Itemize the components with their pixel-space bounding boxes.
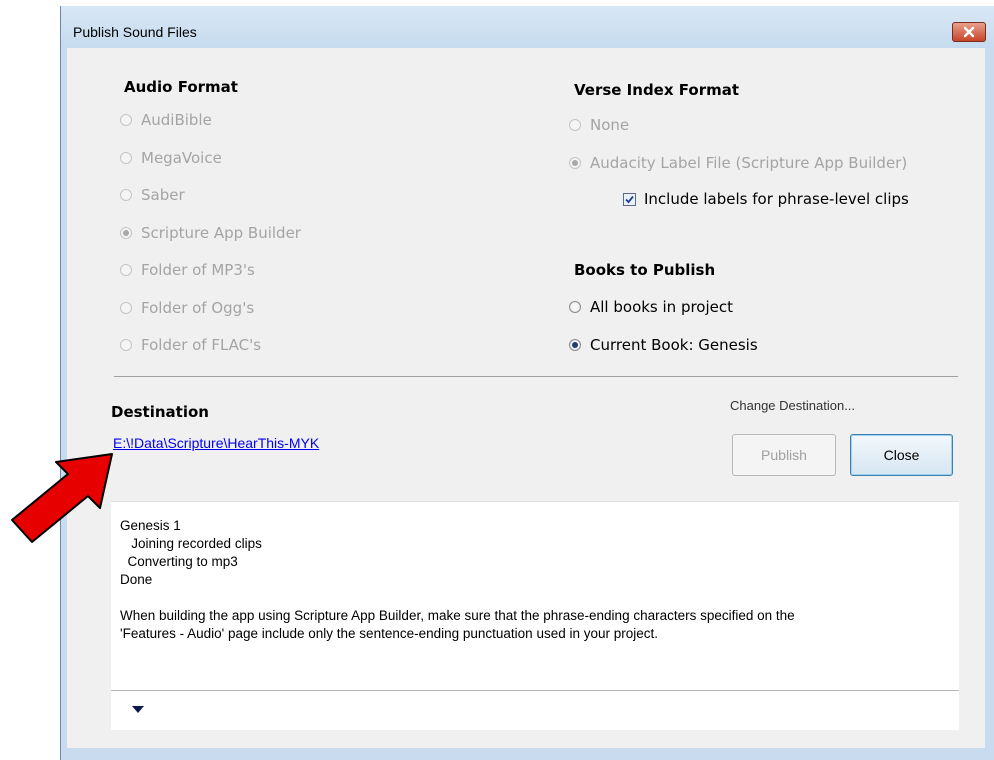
radio-selected-icon bbox=[120, 227, 132, 239]
red-arrow-icon bbox=[11, 453, 113, 543]
audio-option-audibible[interactable]: AudiBible bbox=[120, 109, 212, 131]
dialog-body: Audio Format AudiBible MegaVoice Saber S… bbox=[67, 48, 985, 748]
audio-option-mp3[interactable]: Folder of MP3's bbox=[120, 259, 255, 281]
phrase-labels-label: Include labels for phrase-level clips bbox=[644, 190, 909, 208]
radio-icon bbox=[120, 264, 132, 276]
audio-format-heading: Audio Format bbox=[124, 78, 238, 96]
log-line: Converting to mp3 bbox=[120, 554, 238, 569]
close-button[interactable]: Close bbox=[850, 434, 953, 476]
radio-icon bbox=[120, 152, 132, 164]
radio-icon bbox=[120, 114, 132, 126]
audio-option-label: Saber bbox=[141, 186, 185, 204]
verse-option-audacity[interactable]: Audacity Label File (Scripture App Build… bbox=[569, 152, 907, 174]
section-divider bbox=[114, 376, 958, 377]
window-title: Publish Sound Files bbox=[73, 24, 197, 40]
audio-option-flac[interactable]: Folder of FLAC's bbox=[120, 334, 261, 356]
audio-option-label: Scripture App Builder bbox=[141, 224, 301, 242]
log-line: Joining recorded clips bbox=[120, 536, 262, 551]
audio-option-scripture-app-builder[interactable]: Scripture App Builder bbox=[120, 222, 301, 244]
publish-button-label: Publish bbox=[761, 447, 807, 463]
books-heading: Books to Publish bbox=[574, 261, 716, 279]
radio-icon bbox=[569, 301, 581, 313]
verse-option-label: Audacity Label File (Scripture App Build… bbox=[590, 154, 908, 172]
destination-heading: Destination bbox=[111, 403, 209, 421]
radio-selected-icon bbox=[569, 157, 581, 169]
publish-button[interactable]: Publish bbox=[732, 434, 836, 476]
radio-icon bbox=[120, 339, 132, 351]
books-option-label: All books in project bbox=[590, 298, 734, 316]
progress-log: Genesis 1 Joining recorded clips Convert… bbox=[111, 501, 959, 730]
audio-option-saber[interactable]: Saber bbox=[120, 184, 185, 206]
close-button-label: Close bbox=[883, 447, 920, 463]
destination-path-link[interactable]: E:\!Data\Scripture\HearThis-MYK bbox=[113, 435, 319, 451]
books-option-current[interactable]: Current Book: Genesis bbox=[569, 334, 758, 356]
log-divider bbox=[111, 690, 959, 691]
log-line: 'Features - Audio' page include only the… bbox=[120, 626, 659, 641]
phrase-labels-checkbox[interactable]: Include labels for phrase-level clips bbox=[623, 188, 909, 210]
radio-icon bbox=[569, 119, 581, 131]
verse-option-label: None bbox=[590, 116, 630, 134]
window-close-button[interactable] bbox=[952, 22, 986, 42]
close-x-icon bbox=[963, 26, 975, 38]
checkbox-checked-icon bbox=[623, 192, 636, 206]
radio-icon bbox=[120, 302, 132, 314]
books-option-all[interactable]: All books in project bbox=[569, 296, 733, 318]
change-destination-link[interactable]: Change Destination... bbox=[730, 398, 855, 413]
audio-option-megavoice[interactable]: MegaVoice bbox=[120, 147, 222, 169]
title-bar: Publish Sound Files bbox=[61, 6, 994, 48]
triangle-down-icon[interactable] bbox=[132, 706, 144, 714]
audio-option-label: AudiBible bbox=[141, 111, 212, 129]
log-line: Done bbox=[120, 572, 153, 587]
log-line: When building the app using Scripture Ap… bbox=[120, 608, 795, 623]
publish-dialog: Publish Sound Files Audio Format AudiBib… bbox=[60, 6, 994, 760]
log-line: Genesis 1 bbox=[120, 518, 181, 533]
verse-option-none[interactable]: None bbox=[569, 114, 629, 136]
books-option-label: Current Book: Genesis bbox=[590, 336, 758, 354]
audio-option-label: Folder of Ogg's bbox=[141, 299, 255, 317]
radio-icon bbox=[120, 189, 132, 201]
verse-index-heading: Verse Index Format bbox=[574, 81, 740, 99]
audio-option-label: MegaVoice bbox=[141, 149, 222, 167]
radio-selected-icon bbox=[569, 339, 581, 351]
audio-option-ogg[interactable]: Folder of Ogg's bbox=[120, 297, 254, 319]
audio-option-label: Folder of FLAC's bbox=[141, 336, 262, 354]
audio-option-label: Folder of MP3's bbox=[141, 261, 255, 279]
